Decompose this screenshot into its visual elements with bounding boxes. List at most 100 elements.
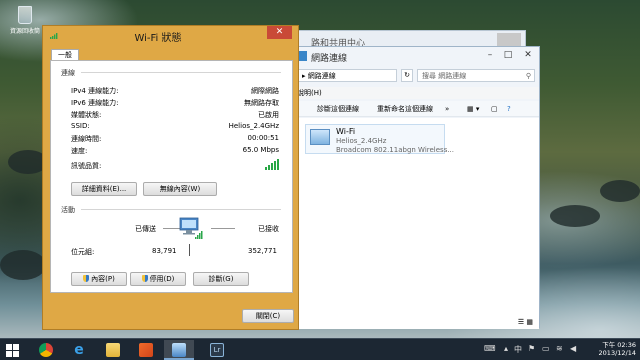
details-button[interactable]: 詳細資料(E)... xyxy=(71,182,137,196)
windows-logo-icon xyxy=(13,351,19,357)
dialog-body: 連線 IPv4 連線能力: 網際網路 IPv6 連線能力: 無網路存取 媒體狀態… xyxy=(50,60,293,293)
recycle-bin-icon xyxy=(18,6,32,24)
clock-time: 下午 02:36 xyxy=(602,341,636,349)
address-bar[interactable]: ▸ 網路連線 xyxy=(297,69,397,82)
taskbar-app-orange[interactable] xyxy=(131,340,161,360)
taskbar-lightroom[interactable]: Lr xyxy=(202,340,232,360)
activity-heading: 活動 xyxy=(61,206,75,214)
taskbar-file-explorer[interactable] xyxy=(98,340,128,360)
diagnose-connection-command[interactable]: 診斷這個連線 xyxy=(317,104,359,114)
recycle-bin-label: 資源回收筒 xyxy=(9,28,40,35)
taskbar-control-panel[interactable] xyxy=(164,340,194,360)
menu-help[interactable]: 說明(H) xyxy=(297,89,322,97)
ipv4-label: IPv4 連線能力: xyxy=(71,87,119,95)
orange-app-icon xyxy=(139,343,153,357)
wallpaper-rock xyxy=(550,205,600,227)
more-commands-button[interactable]: » xyxy=(445,104,449,114)
received-line xyxy=(211,228,235,229)
windows-logo-icon xyxy=(13,344,19,350)
signal-strength-icon xyxy=(265,159,279,170)
wifi-connection-item[interactable]: Wi-Fi Helios_2.4GHz Broadcom 802.11abgn … xyxy=(305,124,454,154)
dialog-title: Wi-Fi 狀態 xyxy=(134,33,182,44)
disable-button[interactable]: 停用(D) xyxy=(130,272,186,286)
wallpaper-rock xyxy=(600,180,640,202)
clock-date: 2013/12/14 xyxy=(598,349,636,357)
ipv4-value: 網際網路 xyxy=(251,87,279,95)
close-dialog-button[interactable]: 關閉(C) xyxy=(242,309,294,323)
windows-logo-icon xyxy=(6,344,12,350)
divider xyxy=(81,209,281,210)
view-toggle[interactable]: ☰ ▦ xyxy=(518,318,533,326)
bytes-sent-value: 83,791 xyxy=(152,247,177,255)
close-button[interactable]: ✕ xyxy=(267,26,292,39)
command-bar: 診斷這個連線 重新命名這個連線 » ▦ ▾ ▢ ? xyxy=(291,101,539,117)
media-state-row: 媒體狀態: 已啟用 xyxy=(71,110,279,120)
diagnose-button[interactable]: 診斷(G) xyxy=(193,272,249,286)
ssid-row: SSID: Helios_2.4GHz xyxy=(71,122,279,132)
duration-label: 連線時間: xyxy=(71,135,102,143)
wifi-status-dialog[interactable]: Wi-Fi 狀態 ✕ 一般 連線 IPv4 連線能力: 網際網路 IPv6 連線… xyxy=(42,25,299,330)
properties-button[interactable]: 內容(P) xyxy=(71,272,127,286)
help-icon[interactable]: ? xyxy=(507,104,511,114)
bytes-label: 位元組: xyxy=(71,248,95,256)
disable-button-label: 停用(D) xyxy=(149,275,175,283)
ipv6-value: 無網路存取 xyxy=(244,99,279,107)
network-control-panel-icon xyxy=(172,343,186,357)
wireless-properties-button[interactable]: 無線內容(W) xyxy=(143,182,217,196)
connection-heading: 連線 xyxy=(61,69,75,77)
action-center-flag-icon[interactable]: ⚑ xyxy=(528,344,535,353)
chrome-icon xyxy=(39,343,53,357)
internet-explorer-icon: e xyxy=(74,342,84,358)
volume-icon[interactable]: ◀ xyxy=(570,344,576,353)
speed-value: 65.0 Mbps xyxy=(242,146,279,154)
battery-icon[interactable]: ▭ xyxy=(542,344,550,353)
search-input[interactable]: 搜尋 網路連線 ⚲ xyxy=(417,69,535,82)
signal-bar xyxy=(268,165,270,170)
connections-pane: Wi-Fi Helios_2.4GHz Broadcom 802.11abgn … xyxy=(291,118,539,329)
rename-connection-command[interactable]: 重新命名這個連線 xyxy=(377,104,433,114)
preview-pane-icon[interactable]: ▢ xyxy=(491,104,498,114)
sent-label: 已傳送 xyxy=(135,225,156,233)
ime-indicator[interactable]: 中 xyxy=(514,344,522,355)
refresh-button[interactable]: ↻ xyxy=(401,69,413,82)
connection-device: Broadcom 802.11abgn Wireless... xyxy=(336,146,455,154)
clock[interactable]: 下午 02:36 2013/12/14 xyxy=(599,341,636,357)
start-button[interactable] xyxy=(6,344,20,357)
close-button[interactable]: ✕ xyxy=(519,49,537,61)
file-explorer-icon xyxy=(106,343,120,357)
ssid-label: SSID: xyxy=(71,122,90,130)
search-icon: ⚲ xyxy=(525,72,531,80)
view-options-icon[interactable]: ▦ ▾ xyxy=(467,104,479,114)
connection-name: Wi-Fi xyxy=(336,127,356,136)
taskbar-internet-explorer[interactable]: e xyxy=(64,340,94,360)
duration-row: 連線時間: 00:00:51 xyxy=(71,134,279,144)
taskbar: e Lr ⌨ ▴ 中 ⚑ ▭ ≋ ◀ 下午 02:36 2013/12/14 xyxy=(0,338,640,360)
close-button[interactable] xyxy=(497,33,521,46)
network-connections-window[interactable]: 網路連線 – □ ✕ ▸ 網路連線 ↻ 搜尋 網路連線 ⚲ 說明(H) 診斷這個… xyxy=(290,46,540,329)
ssid-value: Helios_2.4GHz xyxy=(228,122,279,130)
signal-bar xyxy=(265,167,267,170)
tray-up-arrow-icon[interactable]: ▴ xyxy=(504,344,508,353)
minimize-button[interactable]: – xyxy=(481,49,499,61)
signal-quality-label: 訊號品質: xyxy=(71,162,102,170)
menu-bar: 說明(H) xyxy=(291,87,539,99)
network-activity-icon xyxy=(179,217,203,239)
keyboard-icon[interactable]: ⌨ xyxy=(484,344,496,353)
recycle-bin[interactable]: 資源回收筒 xyxy=(4,4,46,35)
maximize-button[interactable]: □ xyxy=(499,49,517,61)
uac-shield-icon xyxy=(83,275,90,282)
taskbar-chrome[interactable] xyxy=(31,340,61,360)
connection-ssid: Helios_2.4GHz xyxy=(336,137,387,145)
signal-bar xyxy=(271,163,273,170)
title-bar[interactable]: 網路連線 – □ ✕ xyxy=(291,47,539,65)
speed-label: 速度: xyxy=(71,147,88,155)
properties-button-label: 內容(P) xyxy=(91,275,115,283)
media-state-label: 媒體狀態: xyxy=(71,111,102,119)
divider xyxy=(81,72,281,73)
wifi-tray-icon[interactable]: ≋ xyxy=(556,344,563,353)
speed-row: 速度: 65.0 Mbps xyxy=(71,146,279,156)
refresh-icon: ↻ xyxy=(404,71,410,79)
search-placeholder: 搜尋 網路連線 xyxy=(422,72,467,80)
wireless-adapter-icon xyxy=(310,129,330,145)
activity-separator xyxy=(189,244,190,256)
